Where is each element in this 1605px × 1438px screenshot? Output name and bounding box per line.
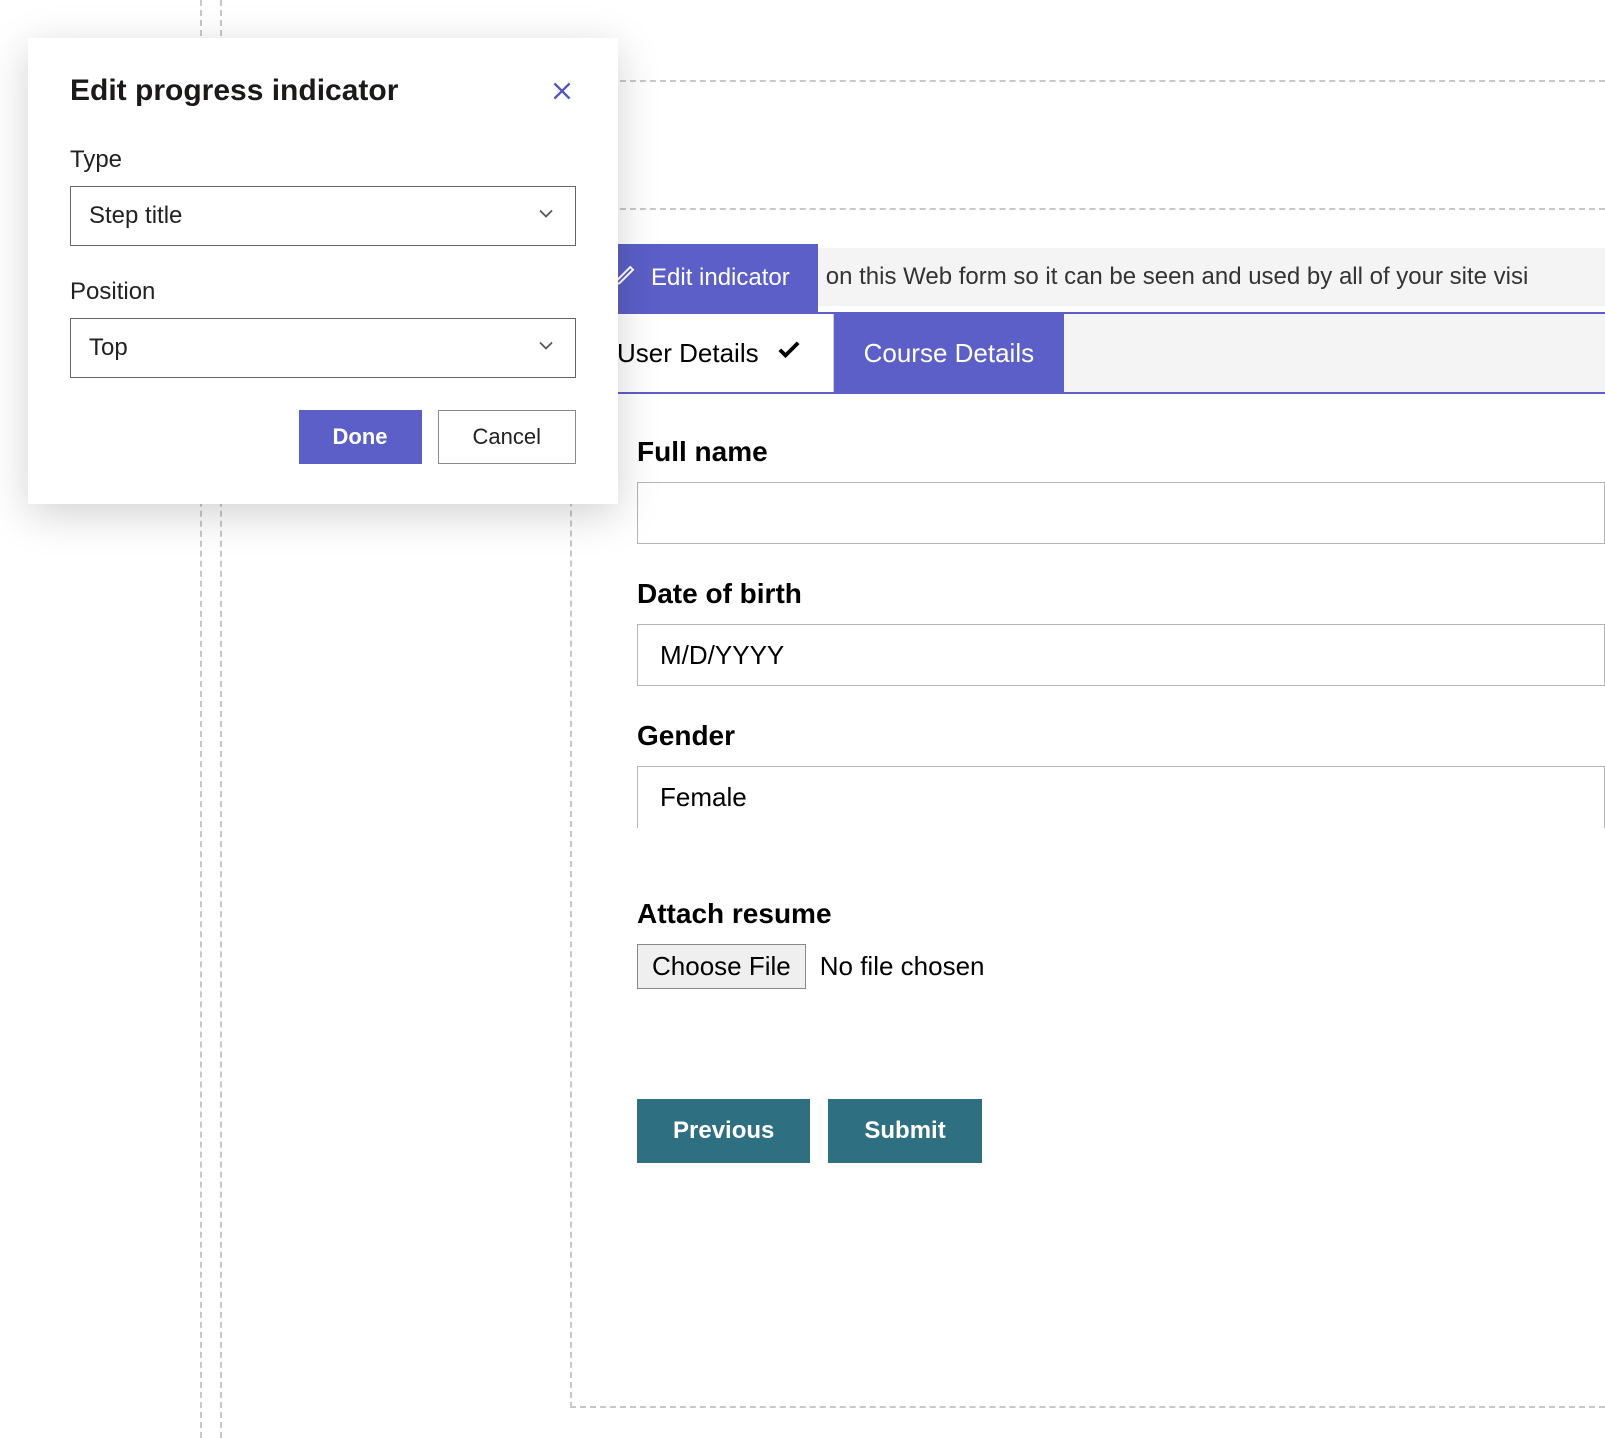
- check-icon: [775, 336, 803, 371]
- type-label: Type: [70, 146, 576, 174]
- resume-label: Attach resume: [637, 898, 1605, 930]
- gender-label: Gender: [637, 720, 1605, 752]
- edit-progress-indicator-panel: Edit progress indicator Type Step title …: [28, 38, 618, 504]
- previous-button[interactable]: Previous: [637, 1099, 810, 1163]
- step-tabs: User Details Course Details: [585, 312, 1605, 394]
- tab-user-details[interactable]: User Details: [587, 314, 834, 392]
- close-icon[interactable]: [548, 77, 576, 105]
- edit-indicator-button[interactable]: Edit indicator: [585, 244, 818, 312]
- cancel-button[interactable]: Cancel: [438, 410, 576, 464]
- edit-indicator-label: Edit indicator: [651, 264, 790, 292]
- tab-label: User Details: [617, 338, 759, 369]
- field-resume: Attach resume Choose File No file chosen: [637, 898, 1605, 989]
- dob-label: Date of birth: [637, 578, 1605, 610]
- type-select[interactable]: Step title: [70, 186, 576, 246]
- choose-file-button[interactable]: Choose File: [637, 944, 806, 989]
- position-select[interactable]: Top: [70, 318, 576, 378]
- gender-select[interactable]: Female: [637, 766, 1605, 828]
- fullname-input[interactable]: [637, 482, 1605, 544]
- fullname-label: Full name: [637, 436, 1605, 468]
- file-status-text: No file chosen: [820, 951, 985, 982]
- dob-input[interactable]: M/D/YYYY: [637, 624, 1605, 686]
- form-body: Full name Date of birth M/D/YYYY Gender …: [585, 394, 1605, 1205]
- tab-label: Course Details: [864, 338, 1035, 369]
- info-banner-text: on this Web form so it can be seen and u…: [818, 248, 1605, 306]
- submit-button[interactable]: Submit: [828, 1099, 981, 1163]
- field-gender: Gender Female: [637, 720, 1605, 828]
- form-canvas: Edit indicator on this Web form so it ca…: [585, 220, 1605, 1438]
- position-label: Position: [70, 278, 576, 306]
- info-row: Edit indicator on this Web form so it ca…: [585, 220, 1605, 312]
- popup-title: Edit progress indicator: [70, 74, 398, 108]
- field-dob: Date of birth M/D/YYYY: [637, 578, 1605, 686]
- done-button[interactable]: Done: [299, 410, 422, 464]
- field-fullname: Full name: [637, 436, 1605, 544]
- form-actions: Previous Submit: [637, 1099, 1605, 1163]
- tab-course-details[interactable]: Course Details: [834, 314, 1065, 392]
